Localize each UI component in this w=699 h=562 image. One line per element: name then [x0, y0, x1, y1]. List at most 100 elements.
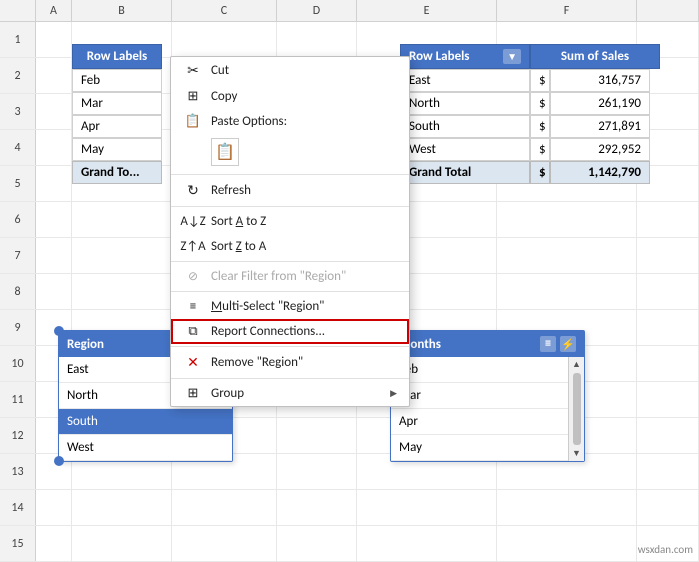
- slicer-months: Months ≡ ⚡ Feb Mar Apr May ▲ ▼: [390, 330, 585, 462]
- row-num-6: 6: [0, 202, 36, 237]
- slicer-handle-tl[interactable]: [54, 326, 64, 336]
- pivot1-row-apr[interactable]: Apr: [72, 115, 162, 138]
- report-connections-icon: ⧉: [183, 324, 203, 339]
- pivot2-row-south-value: 271,891: [550, 115, 650, 138]
- multi-select-icon: ≡: [183, 299, 203, 314]
- row-num-4: 4: [0, 130, 36, 165]
- pivot-table-2: Row Labels ▼ Sum of Sales East $ 316,757…: [400, 44, 680, 184]
- pivot2-grand-value: 1,142,790: [550, 161, 650, 184]
- pivot2-header-label[interactable]: Row Labels ▼: [400, 44, 530, 69]
- slicer-scrollbar[interactable]: ▲ ▼: [568, 357, 584, 461]
- col-header-extra: [637, 0, 699, 22]
- cut-icon: ✂: [183, 62, 203, 79]
- slicer-months-body: Feb Mar Apr May ▲ ▼: [391, 357, 584, 461]
- pivot2-row-south-label[interactable]: South: [400, 115, 530, 138]
- grid-row: 15: [0, 526, 699, 562]
- pivot2-header-value: Sum of Sales: [530, 44, 660, 69]
- menu-divider-6: [171, 378, 409, 379]
- menu-remove-label: Remove "Region": [211, 355, 397, 370]
- menu-item-remove[interactable]: ✕ Remove "Region": [171, 349, 409, 376]
- menu-item-group[interactable]: ⊞ Group: [171, 381, 409, 406]
- menu-clear-filter-label: Clear Filter from "Region": [211, 269, 397, 284]
- menu-item-sort-za[interactable]: Z↑A Sort Z to A: [171, 234, 409, 259]
- sort-za-icon: Z↑A: [183, 239, 203, 254]
- cell-a1[interactable]: [36, 22, 72, 57]
- slicer-handle-bl[interactable]: [54, 456, 64, 466]
- slicer-months-may[interactable]: May: [391, 435, 584, 461]
- pivot2-row-west-label[interactable]: West: [400, 138, 530, 161]
- row-num-13: 13: [0, 454, 36, 489]
- row-num-12: 12: [0, 418, 36, 453]
- menu-item-multi-select[interactable]: ≡ Multi-Select "Region": [171, 294, 409, 319]
- menu-item-sort-az[interactable]: A↓Z Sort A to Z: [171, 209, 409, 234]
- corner-cell: [0, 0, 36, 22]
- slicer-months-mar[interactable]: Mar: [391, 383, 584, 409]
- pivot2-row-east-label[interactable]: East: [400, 69, 530, 92]
- col-header-c: C: [172, 0, 277, 22]
- menu-report-connections-label: Report Connections...: [211, 324, 397, 339]
- row-num-5: 5: [0, 166, 36, 201]
- scroll-up-btn[interactable]: ▲: [572, 359, 581, 370]
- slicer-months-feb[interactable]: Feb: [391, 357, 584, 383]
- pivot1-grand-total: Grand To...: [72, 161, 162, 184]
- slicer-months-filter-icon[interactable]: ≡: [540, 336, 556, 352]
- row-num-3: 3: [0, 94, 36, 129]
- pivot2-row-north-label[interactable]: North: [400, 92, 530, 115]
- menu-divider-3: [171, 261, 409, 262]
- menu-item-report-connections[interactable]: ⧉ Report Connections...: [171, 319, 409, 344]
- watermark: wsxdan.com: [638, 543, 693, 556]
- copy-icon: ⊞: [183, 89, 203, 104]
- menu-copy-label: Copy: [211, 89, 397, 104]
- group-icon: ⊞: [183, 386, 203, 401]
- row-num-8: 8: [0, 274, 36, 309]
- slicer-months-clear-icon[interactable]: ⚡: [560, 336, 576, 352]
- row-num-14: 14: [0, 490, 36, 525]
- pivot2-header-label-text: Row Labels: [409, 49, 470, 64]
- menu-divider-2: [171, 206, 409, 207]
- clear-filter-icon: ⊘: [183, 269, 203, 284]
- grid-row: 14: [0, 490, 699, 526]
- cell-a2[interactable]: [36, 58, 72, 93]
- menu-item-cut[interactable]: ✂ Cut: [171, 57, 409, 84]
- menu-item-clear-filter[interactable]: ⊘ Clear Filter from "Region": [171, 264, 409, 289]
- menu-cut-label: Cut: [211, 63, 397, 78]
- row-num-1: 1: [0, 22, 36, 57]
- menu-item-copy[interactable]: ⊞ Copy: [171, 84, 409, 109]
- col-header-b: B: [72, 0, 172, 22]
- slicer-region-south[interactable]: South: [59, 409, 232, 435]
- slicer-region-title: Region: [67, 337, 104, 352]
- filter-dropdown-icon[interactable]: ▼: [503, 49, 521, 64]
- pivot2-row-south-cur: $: [530, 115, 550, 138]
- col-header-d: D: [277, 0, 357, 22]
- menu-group-label: Group: [211, 386, 382, 401]
- refresh-icon: ↻: [183, 182, 203, 199]
- menu-sort-za-label: Sort Z to A: [211, 239, 397, 254]
- paste-options-row: 📋: [171, 134, 409, 172]
- slicer-months-icons: ≡ ⚡: [540, 336, 576, 352]
- pivot2-grand-label: Grand Total: [400, 161, 530, 184]
- pivot1-row-feb[interactable]: Feb: [72, 69, 162, 92]
- col-header-f: F: [497, 0, 637, 22]
- pivot2-row-north-value: 261,190: [550, 92, 650, 115]
- col-header-a: A: [36, 0, 72, 22]
- row-num-2: 2: [0, 58, 36, 93]
- paste-option-icon[interactable]: 📋: [211, 138, 239, 166]
- pivot2-row-east-value: 316,757: [550, 69, 650, 92]
- row-num-15: 15: [0, 526, 36, 561]
- pivot1-row-mar[interactable]: Mar: [72, 92, 162, 115]
- col-header-e: E: [357, 0, 497, 22]
- menu-item-refresh[interactable]: ↻ Refresh: [171, 177, 409, 204]
- scroll-down-btn[interactable]: ▼: [572, 448, 581, 459]
- menu-paste-label: Paste Options:: [211, 114, 397, 129]
- context-menu: ✂ Cut ⊞ Copy 📋 Paste Options: 📋 ↻ Refres…: [170, 56, 410, 407]
- pivot2-row-north-cur: $: [530, 92, 550, 115]
- slicer-region-west[interactable]: West: [59, 435, 232, 461]
- cell-d1[interactable]: [277, 22, 357, 57]
- pivot2-grand-cur: $: [530, 161, 550, 184]
- menu-multi-select-label: Multi-Select "Region": [211, 299, 397, 314]
- menu-refresh-label: Refresh: [211, 183, 397, 198]
- pivot1-row-may[interactable]: May: [72, 138, 162, 161]
- pivot2-row-west-value: 292,952: [550, 138, 650, 161]
- slicer-months-apr[interactable]: Apr: [391, 409, 584, 435]
- row-num-7: 7: [0, 238, 36, 273]
